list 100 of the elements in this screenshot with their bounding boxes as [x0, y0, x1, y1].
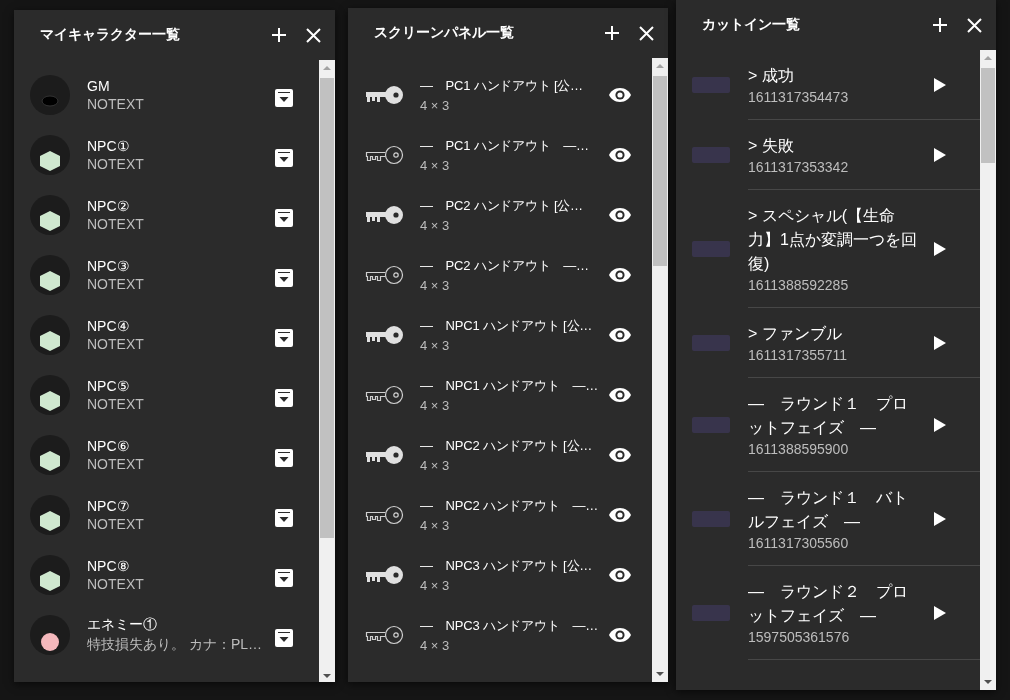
key-icon[interactable] — [364, 205, 404, 225]
key-icon[interactable] — [364, 325, 404, 345]
character-item[interactable]: NPC③ NOTEXT — [14, 245, 319, 305]
download-icon — [275, 89, 293, 107]
eye-icon — [608, 507, 632, 523]
key-outline-icon[interactable] — [364, 385, 404, 405]
avatar-icon — [30, 435, 70, 475]
play-icon — [934, 147, 946, 162]
scrollbar[interactable] — [652, 58, 668, 682]
panel-size: 4 × 3 — [420, 278, 451, 293]
screen-panel-item[interactable]: — NPC2 ハンドアウト —… 4 × 3 — [348, 485, 652, 545]
cutin-id: 1611388595900 — [748, 441, 850, 457]
window-title: スクリーンパネル一覧 — [374, 24, 515, 42]
character-note: NOTEXT — [87, 516, 145, 532]
avatar-icon — [30, 555, 70, 595]
panel-size: 4 × 3 — [420, 578, 451, 593]
screen-panel-item[interactable]: — PC2 ハンドアウト —… 4 × 3 — [348, 245, 652, 305]
screen-panel-item[interactable]: — PC1 ハンドアウト [公… 4 × 3 — [348, 65, 652, 125]
screen-panel-item[interactable]: — NPC1 ハンドアウト [公… 4 × 3 — [348, 305, 652, 365]
visibility-button[interactable] — [608, 567, 632, 583]
visibility-button[interactable] — [608, 327, 632, 343]
panel-size: 4 × 3 — [420, 158, 451, 173]
scrollbar[interactable] — [319, 60, 335, 682]
screen-panel-item[interactable]: — PC2 ハンドアウト [公… 4 × 3 — [348, 185, 652, 245]
close-button[interactable] — [303, 25, 323, 45]
character-item[interactable]: NPC⑦ NOTEXT — [14, 485, 319, 545]
download-button[interactable] — [275, 89, 293, 107]
character-item[interactable]: NPC⑧ NOTEXT — [14, 545, 319, 605]
visibility-button[interactable] — [608, 627, 632, 643]
character-item[interactable]: エネミー① 特技損失あり。 カナ：PL… — [14, 605, 319, 665]
key-outline-icon[interactable] — [364, 145, 404, 165]
add-button[interactable] — [602, 23, 622, 43]
visibility-button[interactable] — [608, 87, 632, 103]
play-button[interactable] — [934, 147, 946, 162]
download-icon — [275, 629, 293, 647]
play-button[interactable] — [934, 511, 946, 526]
character-item[interactable]: NPC④ NOTEXT — [14, 305, 319, 365]
scrollbar[interactable] — [980, 50, 996, 690]
visibility-button[interactable] — [608, 207, 632, 223]
play-icon — [934, 335, 946, 350]
character-name: NPC⑤ — [87, 378, 131, 394]
download-icon — [275, 509, 293, 527]
download-icon — [275, 209, 293, 227]
plus-icon — [932, 17, 948, 33]
close-button[interactable] — [636, 23, 656, 43]
visibility-button[interactable] — [608, 147, 632, 163]
panel-name: — NPC1 ハンドアウト [公… — [420, 317, 594, 335]
cutin-id: 1611317353342 — [748, 159, 850, 175]
screen-panel-item[interactable]: — NPC2 ハンドアウト [公… 4 × 3 — [348, 425, 652, 485]
character-item[interactable]: NPC⑥ NOTEXT — [14, 425, 319, 485]
character-item[interactable]: NPC① NOTEXT — [14, 125, 319, 185]
add-button[interactable] — [269, 25, 289, 45]
character-item[interactable]: GM NOTEXT — [14, 65, 319, 125]
play-button[interactable] — [934, 77, 946, 92]
avatar-icon — [30, 315, 70, 355]
play-button[interactable] — [934, 417, 946, 432]
visibility-button[interactable] — [608, 267, 632, 283]
play-button[interactable] — [934, 605, 946, 620]
visibility-button[interactable] — [608, 387, 632, 403]
key-icon[interactable] — [364, 565, 404, 585]
download-button[interactable] — [275, 629, 293, 647]
avatar-icon — [30, 255, 70, 295]
download-button[interactable] — [275, 329, 293, 347]
cutin-thumbnail — [692, 147, 730, 163]
character-item[interactable]: NPC⑤ NOTEXT — [14, 365, 319, 425]
download-button[interactable] — [275, 209, 293, 227]
close-button[interactable] — [964, 15, 984, 35]
add-button[interactable] — [930, 15, 950, 35]
eye-icon — [608, 147, 632, 163]
download-button[interactable] — [275, 509, 293, 527]
cutin-thumbnail — [692, 241, 730, 257]
eye-icon — [608, 567, 632, 583]
visibility-button[interactable] — [608, 507, 632, 523]
visibility-button[interactable] — [608, 447, 632, 463]
play-icon — [934, 417, 946, 432]
character-note: NOTEXT — [87, 396, 145, 412]
cutin-thumbnail — [692, 605, 730, 621]
cutin-thumbnail — [692, 511, 730, 527]
cutin-thumbnail — [692, 335, 730, 351]
key-icon[interactable] — [364, 445, 404, 465]
cutin-title: > スペシャル(【生命力】1点か変調一つを回復) — [748, 206, 918, 274]
download-button[interactable] — [275, 569, 293, 587]
character-item[interactable]: NPC② NOTEXT — [14, 185, 319, 245]
screen-panel-item[interactable]: — NPC3 ハンドアウト —… 4 × 3 — [348, 605, 652, 665]
key-icon[interactable] — [364, 85, 404, 105]
eye-icon — [608, 87, 632, 103]
download-button[interactable] — [275, 449, 293, 467]
screen-panel-item[interactable]: — PC1 ハンドアウト —… 4 × 3 — [348, 125, 652, 185]
play-button[interactable] — [934, 241, 946, 256]
screen-panel-item[interactable]: — NPC3 ハンドアウト [公… 4 × 3 — [348, 545, 652, 605]
key-outline-icon[interactable] — [364, 265, 404, 285]
key-outline-icon[interactable] — [364, 625, 404, 645]
close-icon — [305, 27, 321, 43]
key-outline-icon[interactable] — [364, 505, 404, 525]
download-button[interactable] — [275, 149, 293, 167]
play-button[interactable] — [934, 335, 946, 350]
screen-panel-item[interactable]: — NPC1 ハンドアウト —… 4 × 3 — [348, 365, 652, 425]
download-icon — [275, 449, 293, 467]
download-button[interactable] — [275, 389, 293, 407]
download-button[interactable] — [275, 269, 293, 287]
